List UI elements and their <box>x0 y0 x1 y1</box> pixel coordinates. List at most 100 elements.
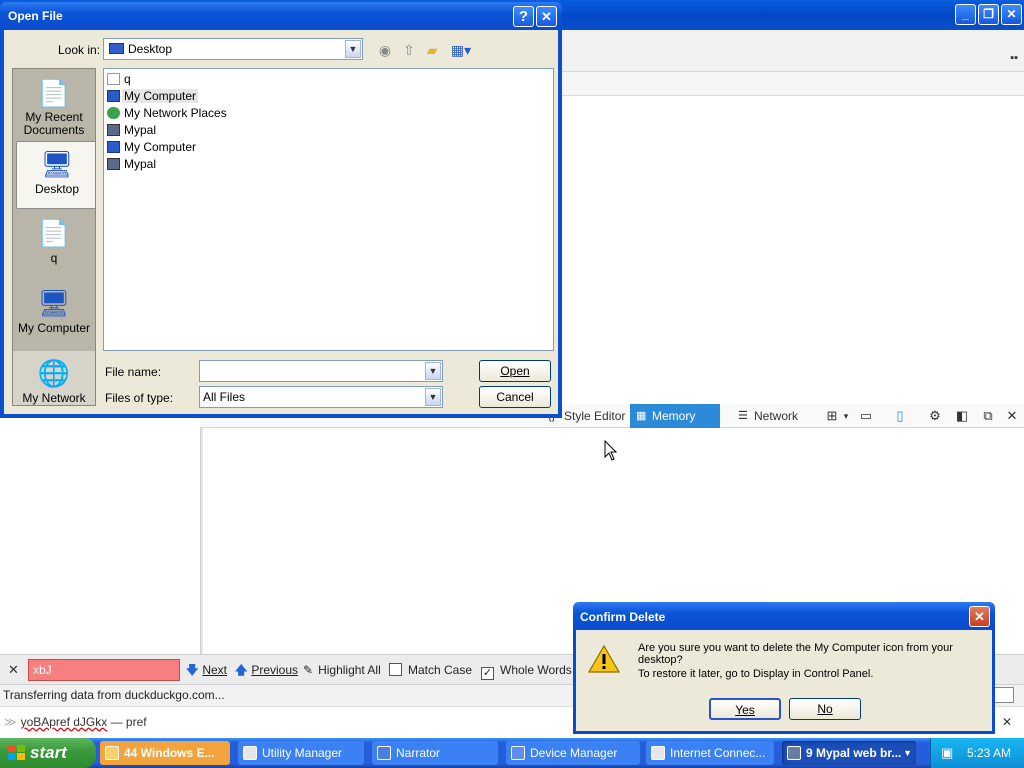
minimize-button[interactable]: _ <box>955 4 976 25</box>
list-item[interactable]: Mypal <box>104 156 553 173</box>
memory-icon: ▦ <box>636 410 647 422</box>
find-next-button[interactable]: 🡇 Next <box>186 661 227 679</box>
close-icon[interactable]: ✕ <box>1004 408 1020 424</box>
windows-logo-icon <box>8 745 25 760</box>
confirm-delete-dialog: Confirm Delete ✕ Are you sure you want t… <box>573 602 995 734</box>
chevron-down-icon[interactable]: ▾ <box>838 408 854 424</box>
grid-icon[interactable]: ▪▪ <box>1010 52 1018 64</box>
taskbar-button-mypal[interactable]: 9 Mypal web br... ▼ <box>782 741 916 765</box>
place-my-computer[interactable]: 🖥 My Computer <box>13 281 95 349</box>
no-button[interactable]: No <box>789 698 861 720</box>
user-documents-icon: 📄 <box>37 218 71 248</box>
mypal-icon <box>107 158 120 170</box>
mypal-icon <box>787 746 801 760</box>
dialog-titlebar: Confirm Delete ✕ <box>573 602 995 630</box>
pane-splitter[interactable] <box>200 404 203 654</box>
device-manager-icon <box>511 746 525 760</box>
maximize-button[interactable]: ❐ <box>978 4 999 25</box>
cancel-button[interactable]: Cancel <box>479 386 551 408</box>
list-item[interactable]: Mypal <box>104 122 553 139</box>
checkbox-box <box>389 663 402 676</box>
status-panel <box>992 687 1014 703</box>
look-in-label: Look in: <box>58 43 101 57</box>
dialog-body: Are you sure you want to delete the My C… <box>576 630 992 731</box>
close-button[interactable]: ✕ <box>969 606 990 627</box>
start-button[interactable]: start <box>0 738 96 768</box>
taskbar: start 44 Windows E... Utility Manager Na… <box>0 738 1024 768</box>
tab-label: Style Editor <box>564 409 626 423</box>
confirm-hint: To restore it later, go to Display in Co… <box>638 668 874 680</box>
chevron-down-icon[interactable]: ▼ <box>425 362 441 380</box>
up-folder-icon[interactable]: ⇧ <box>400 41 418 59</box>
list-item[interactable]: My Network Places <box>104 105 553 122</box>
close-button[interactable]: ✕ <box>1001 4 1022 25</box>
chevron-down-icon: ▼ <box>903 748 912 758</box>
file-name-label: File name: <box>105 365 162 379</box>
yes-button[interactable]: Yes <box>709 698 781 720</box>
place-desktop[interactable]: 🖥 Desktop <box>16 141 95 209</box>
console-icon[interactable]: ▭ <box>858 408 874 424</box>
back-icon[interactable]: ◉ <box>376 41 394 59</box>
arrow-down-icon: 🡇 <box>186 663 199 677</box>
devtools-left-pane <box>0 420 200 654</box>
recent-documents-icon: 📄 <box>37 78 71 108</box>
clock[interactable]: 5:23 AM <box>967 738 1011 768</box>
whole-words-checkbox[interactable]: ✓ Whole Words <box>481 661 572 680</box>
desktop-icon <box>109 43 124 54</box>
utility-manager-icon <box>243 746 257 760</box>
tab-network[interactable]: ☰ Network <box>732 404 812 428</box>
dock-side-icon[interactable]: ◧ <box>954 408 970 424</box>
network-tray-icon[interactable]: ▣ <box>941 738 953 768</box>
place-user-documents[interactable]: 📄 q <box>13 211 95 279</box>
mouse-cursor <box>604 440 618 461</box>
network-places-icon <box>107 107 120 119</box>
my-computer-icon <box>107 90 120 102</box>
find-previous-button[interactable]: 🡅 Previous <box>235 661 298 679</box>
dialog-title: Confirm Delete <box>580 610 666 624</box>
responsive-icon[interactable]: ▯ <box>892 408 908 424</box>
checkmark-icon: ✓ <box>481 667 494 680</box>
highlight-all-button[interactable]: ✎ Highlight All <box>303 661 381 679</box>
tab-memory[interactable]: ▦ Memory <box>630 404 720 428</box>
new-folder-icon[interactable]: ▰ <box>423 41 441 59</box>
dialog-title: Open File <box>8 9 63 23</box>
match-case-checkbox[interactable]: Match Case <box>389 661 472 679</box>
taskbar-button-windows-explorer[interactable]: 44 Windows E... <box>100 741 230 765</box>
taskbar-button-utility-manager[interactable]: Utility Manager <box>238 741 364 765</box>
close-icon[interactable]: ✕ <box>1002 707 1012 737</box>
help-button[interactable]: ? <box>513 6 534 27</box>
chevron-down-icon[interactable]: ▼ <box>425 388 441 406</box>
places-bar: 📄 My Recent Documents 🖥 Desktop 📄 q 🖥 My… <box>12 68 96 406</box>
open-button[interactable]: Open <box>479 360 551 382</box>
taskbar-button-device-manager[interactable]: Device Manager <box>506 741 640 765</box>
gear-icon[interactable]: ⚙ <box>927 408 943 424</box>
file-type-select[interactable]: All Files ▼ <box>199 386 443 408</box>
chevron-down-icon[interactable]: ▼ <box>345 40 361 58</box>
close-icon[interactable]: ✕ <box>8 662 19 678</box>
status-text: Transferring data from duckduckgo.com... <box>3 688 225 702</box>
list-item[interactable]: My Computer <box>104 88 553 105</box>
list-item[interactable]: My Computer <box>104 139 553 156</box>
place-my-network[interactable]: 🌐 My Network <box>13 351 95 405</box>
view-menu-icon[interactable]: ▦▾ <box>448 41 474 59</box>
confirm-message: Are you sure you want to delete the My C… <box>638 642 953 666</box>
taskbar-button-internet-connection[interactable]: Internet Connec... <box>646 741 774 765</box>
my-network-icon: 🌐 <box>37 358 71 388</box>
system-tray: ▣ 5:23 AM <box>930 738 1024 768</box>
document-icon <box>107 73 120 85</box>
file-name-input[interactable]: ▼ <box>199 360 443 382</box>
dialog-titlebar: Open File ? ✕ <box>0 2 562 30</box>
tab-label: Network <box>754 409 799 423</box>
network-icon: ☰ <box>738 410 748 422</box>
find-input[interactable]: xbJ <box>28 659 180 681</box>
place-recent-documents[interactable]: 📄 My Recent Documents <box>13 71 95 139</box>
taskbar-button-narrator[interactable]: Narrator <box>372 741 498 765</box>
tab-label: Memory <box>652 409 696 423</box>
separate-window-icon[interactable]: ⧉ <box>980 408 996 424</box>
close-button[interactable]: ✕ <box>536 6 557 27</box>
arrow-up-icon: 🡅 <box>235 663 248 677</box>
look-in-select[interactable]: Desktop ▼ <box>103 38 363 60</box>
highlighter-icon: ✎ <box>303 663 314 677</box>
narrator-icon <box>377 746 391 760</box>
list-item[interactable]: q <box>104 71 553 88</box>
